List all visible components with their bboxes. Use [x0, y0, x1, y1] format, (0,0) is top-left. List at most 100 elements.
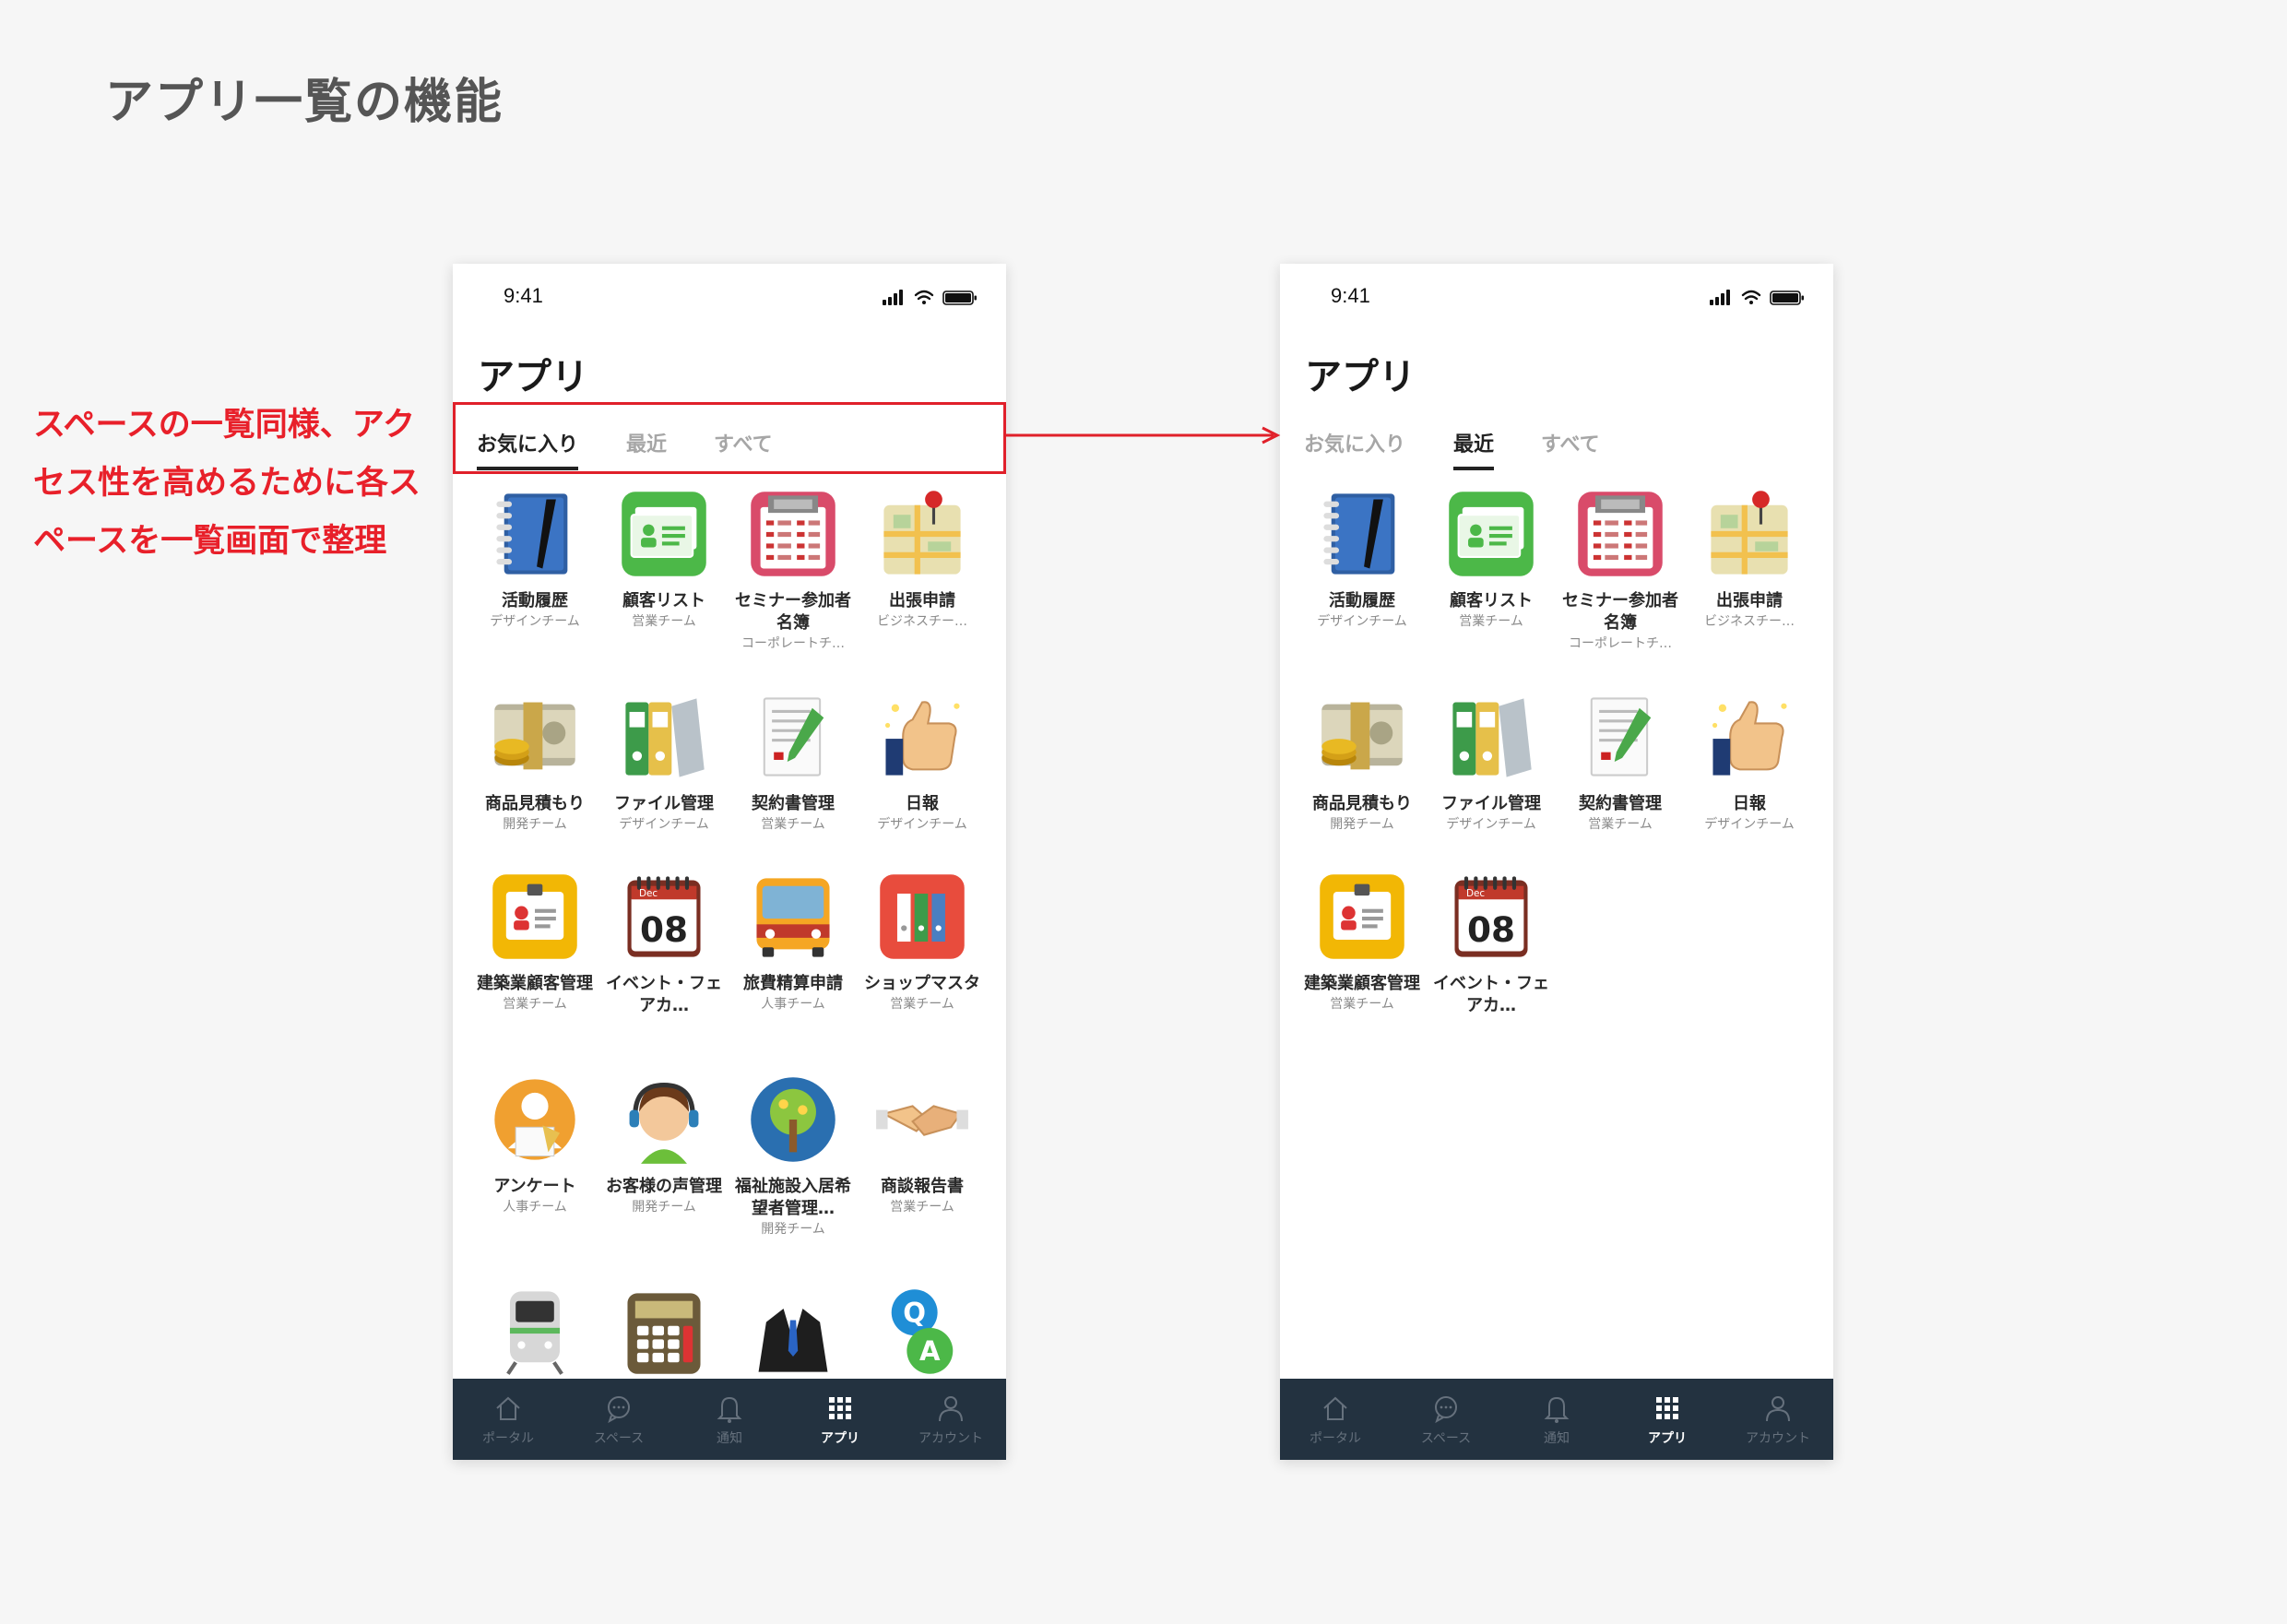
app-tile[interactable]: 福祉施設入居希望者管理… 開発チーム — [729, 1071, 858, 1239]
tabbar-item-grid[interactable]: アプリ — [785, 1379, 895, 1460]
contract-pen-icon — [763, 697, 824, 776]
suit-icon — [758, 1309, 828, 1372]
id-badge-icon — [1313, 868, 1411, 966]
tabbar-item-home[interactable]: ポータル — [453, 1379, 563, 1460]
tab-bar-top: お気に入り 最近 すべて — [1280, 402, 1833, 470]
app-team: 営業チーム — [1588, 817, 1653, 832]
tab-favorites[interactable]: お気に入り — [1304, 428, 1405, 467]
app-name: 顧客リスト — [1450, 591, 1533, 610]
tabbar-item-home[interactable]: ポータル — [1280, 1379, 1391, 1460]
app-team: 開発チーム — [761, 1222, 825, 1237]
app-team: デザインチーム — [490, 614, 580, 629]
registry-list-icon — [751, 492, 835, 576]
signal-icon — [883, 290, 903, 305]
svg-text:08: 08 — [1467, 909, 1515, 950]
contact-card-icon — [1449, 492, 1534, 576]
app-tile[interactable]: アンケート 人事チーム — [470, 1071, 599, 1216]
svg-text:Q: Q — [903, 1298, 926, 1329]
app-name: 顧客リスト — [622, 591, 705, 610]
app-name: 契約書管理 — [752, 794, 835, 813]
cash-coins-icon — [494, 702, 575, 770]
app-tile[interactable]: 商品見積もり 開発チーム — [470, 688, 599, 834]
app-tile[interactable]: 出張申請 ビジネスチー… — [858, 485, 987, 631]
app-tile[interactable]: Dec 08 イベント・フェアカ… — [1427, 868, 1556, 1017]
app-team: コーポレートチ… — [741, 636, 845, 651]
app-tile[interactable]: QA — [858, 1283, 987, 1381]
tabbar-label: ポータル — [1309, 1431, 1361, 1446]
registry-list-icon — [1571, 485, 1669, 583]
app-tile[interactable]: 建築業顧客管理 営業チーム — [1298, 868, 1427, 1014]
registry-list-icon — [744, 485, 842, 583]
tabbar-item-user[interactable]: アカウント — [895, 1379, 1006, 1460]
app-tile[interactable]: 商談報告書 営業チーム — [858, 1071, 987, 1216]
status-bar: 9:41 — [453, 264, 1006, 328]
tabbar-item-chat-bubble[interactable]: スペース — [563, 1379, 674, 1460]
train-icon — [506, 1291, 563, 1375]
app-tile[interactable]: 契約書管理 営業チーム — [729, 688, 858, 834]
notebook-pen-icon — [1313, 485, 1411, 583]
bell-icon — [717, 1396, 742, 1423]
bus-icon — [744, 868, 842, 966]
app-tile[interactable]: 商品見積もり 開発チーム — [1298, 688, 1427, 834]
app-tile[interactable]: セミナー参加者名簿 コーポレートチ… — [1556, 485, 1685, 653]
contact-card-icon — [622, 492, 706, 576]
binders-icon — [625, 698, 705, 777]
tab-recent[interactable]: 最近 — [1453, 428, 1495, 470]
app-tile[interactable]: 活動履歴デザインチーム — [1298, 485, 1427, 631]
app-tile[interactable]: 日報 デザインチーム — [1685, 688, 1814, 834]
tabbar-label: アカウント — [1746, 1431, 1810, 1446]
tree-icon — [744, 1071, 842, 1168]
app-tile[interactable]: ファイル管理 デザインチーム — [1427, 688, 1556, 834]
app-team: 営業チーム — [632, 614, 696, 629]
thumbs-up-icon — [1712, 701, 1787, 776]
contract-pen-icon — [1590, 697, 1652, 776]
app-team: ビジネスチー… — [877, 614, 967, 629]
app-name: 活動履歴 — [1329, 591, 1395, 610]
app-tile[interactable]: セミナー参加者名簿 コーポレートチ… — [729, 485, 858, 653]
cash-coins-icon — [486, 688, 584, 786]
tabbar-item-bell[interactable]: 通知 — [674, 1379, 785, 1460]
app-tile[interactable]: 契約書管理 営業チーム — [1556, 688, 1685, 834]
calendar-icon: Dec 08 — [627, 876, 701, 957]
app-tile[interactable]: 顧客リスト営業チーム — [599, 485, 729, 631]
tabbar-item-user[interactable]: アカウント — [1723, 1379, 1833, 1460]
qa-icon: QA — [873, 1283, 971, 1381]
app-tile[interactable] — [729, 1283, 858, 1381]
registry-list-icon — [1578, 492, 1663, 576]
tabbar-label: スペース — [593, 1431, 645, 1446]
calendar-icon: Dec 08 — [1454, 876, 1528, 957]
tabbar-item-grid[interactable]: アプリ — [1612, 1379, 1723, 1460]
screen-title: アプリ — [1305, 356, 1416, 398]
tabbar-label: アプリ — [1648, 1431, 1687, 1446]
status-bar: 9:41 — [1280, 264, 1833, 328]
tab-all[interactable]: すべて — [1541, 428, 1600, 467]
app-tile[interactable]: 日報 デザインチーム — [858, 688, 987, 834]
app-tile[interactable] — [470, 1283, 599, 1381]
app-name: 福祉施設入居希望者管理… — [735, 1177, 851, 1218]
app-team: 開発チーム — [632, 1200, 696, 1215]
app-tile[interactable]: 顧客リスト 営業チーム — [1427, 485, 1556, 631]
map-pin-icon — [1711, 491, 1788, 575]
app-team: デザインチーム — [1317, 614, 1407, 629]
app-tile[interactable]: Dec 08 イベント・フェアカ… — [599, 868, 729, 1017]
app-name: 建築業顧客管理 — [477, 974, 593, 993]
qa-icon: QA — [891, 1289, 954, 1374]
page-title: アプリ一覧の機能 — [105, 75, 504, 130]
thumbs-up-icon — [1700, 688, 1798, 786]
app-tile[interactable]: 旅費精算申請 人事チーム — [729, 868, 858, 1014]
app-tile[interactable]: ショップマスタ 営業チーム — [858, 868, 987, 1014]
app-grid: 活動履歴 デザインチーム 顧客リスト 営業チーム セミナー参加者名簿 コーポレートチ… 出張… — [453, 485, 1006, 1375]
app-tile[interactable]: ファイル管理 デザインチーム — [599, 688, 729, 834]
app-tile[interactable]: 活動履歴 デザインチーム — [470, 485, 599, 631]
tabbar-item-bell[interactable]: 通知 — [1501, 1379, 1612, 1460]
wifi-icon — [914, 290, 934, 304]
app-tile[interactable] — [599, 1283, 729, 1381]
app-tile[interactable]: 出張申請 ビジネスチー… — [1685, 485, 1814, 631]
app-team: 営業チーム — [890, 997, 954, 1012]
app-team: 人事チーム — [503, 1200, 567, 1215]
tabbar-item-chat-bubble[interactable]: スペース — [1391, 1379, 1501, 1460]
cash-coins-icon — [1313, 688, 1411, 786]
app-team: ビジネスチー… — [1704, 614, 1795, 629]
app-tile[interactable]: お客様の声管理 開発チーム — [599, 1071, 729, 1216]
app-tile[interactable]: 建築業顧客管理 営業チーム — [470, 868, 599, 1014]
